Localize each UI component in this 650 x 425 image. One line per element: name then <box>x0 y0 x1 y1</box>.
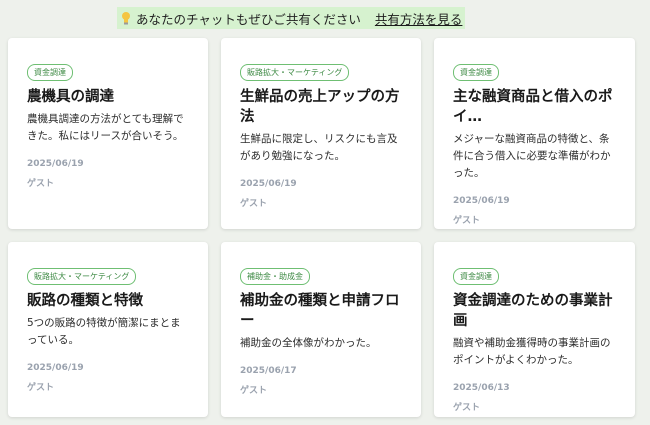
chat-card-grid: 資金調達 農機具の調達 農機具調達の方法がとても理解できた。私にはリースが合いそ… <box>8 38 635 417</box>
card-author: ゲスト <box>240 386 268 396</box>
chat-card[interactable]: 補助金・助成金 補助金の種類と申請フロー 補助金の全体像がわかった。 2025/… <box>221 242 421 417</box>
chat-card[interactable]: 資金調達 資金調達のための事業計画 融資や補助金獲得時の事業計画のポイントがよく… <box>434 242 635 417</box>
card-description: 融資や補助金獲得時の事業計画のポイントがよくわかった。 <box>453 337 611 366</box>
card-date: 2025/06/13 <box>453 383 510 393</box>
category-badge: 補助金・助成金 <box>240 268 310 285</box>
card-title: 資金調達のための事業計画 <box>453 293 613 329</box>
chat-card[interactable]: 資金調達 主な融資商品と借入のポイ… メジャーな融資商品の特徴と、条件に合う借入… <box>434 38 635 229</box>
card-title: 農機具の調達 <box>27 89 114 105</box>
category-badge: 販路拡大・マーケティング <box>240 64 350 81</box>
card-date: 2025/06/19 <box>240 179 297 189</box>
card-date: 2025/06/17 <box>240 366 297 376</box>
card-title: 生鮮品の売上アップの方法 <box>240 89 400 125</box>
category-badge: 資金調達 <box>453 268 499 285</box>
card-description: 5つの販路の特徴が簡潔にまとまっている。 <box>27 317 181 346</box>
card-title: 補助金の種類と申請フロー <box>240 293 400 329</box>
card-author: ゲスト <box>453 403 481 413</box>
card-title: 主な融資商品と借入のポイ… <box>453 89 613 125</box>
card-date: 2025/06/19 <box>453 196 510 206</box>
card-author: ゲスト <box>27 383 55 393</box>
card-description: 補助金の全体像がわかった。 <box>240 337 377 349</box>
lightbulb-icon <box>122 12 130 25</box>
category-badge: 資金調達 <box>453 64 499 81</box>
chat-card[interactable]: 販路拡大・マーケティング 販路の種類と特徴 5つの販路の特徴が簡潔にまとまってい… <box>8 242 208 417</box>
category-badge: 販路拡大・マーケティング <box>27 268 137 285</box>
category-badge: 資金調達 <box>27 64 73 81</box>
card-author: ゲスト <box>27 179 55 189</box>
card-author: ゲスト <box>453 216 481 226</box>
share-method-link[interactable]: 共有方法を見る <box>375 9 463 28</box>
card-description: 生鮮品に限定し、リスクにも言及があり勉強になった。 <box>240 133 398 162</box>
chat-card[interactable]: 販路拡大・マーケティング 生鮮品の売上アップの方法 生鮮品に限定し、リスクにも言… <box>221 38 421 229</box>
card-date: 2025/06/19 <box>27 363 84 373</box>
card-description: メジャーな融資商品の特徴と、条件に合う借入に必要な準備がわかった。 <box>453 133 611 179</box>
share-banner: あなたのチャットもぜひご共有ください 共有方法を見る <box>117 7 465 29</box>
card-description: 農機具調達の方法がとても理解できた。私にはリースが合いそう。 <box>27 113 184 142</box>
banner-message: あなたのチャットもぜひご共有ください <box>136 11 361 27</box>
card-author: ゲスト <box>240 199 268 209</box>
card-date: 2025/06/19 <box>27 159 84 169</box>
card-title: 販路の種類と特徴 <box>27 293 143 309</box>
chat-card[interactable]: 資金調達 農機具の調達 農機具調達の方法がとても理解できた。私にはリースが合いそ… <box>8 38 208 229</box>
